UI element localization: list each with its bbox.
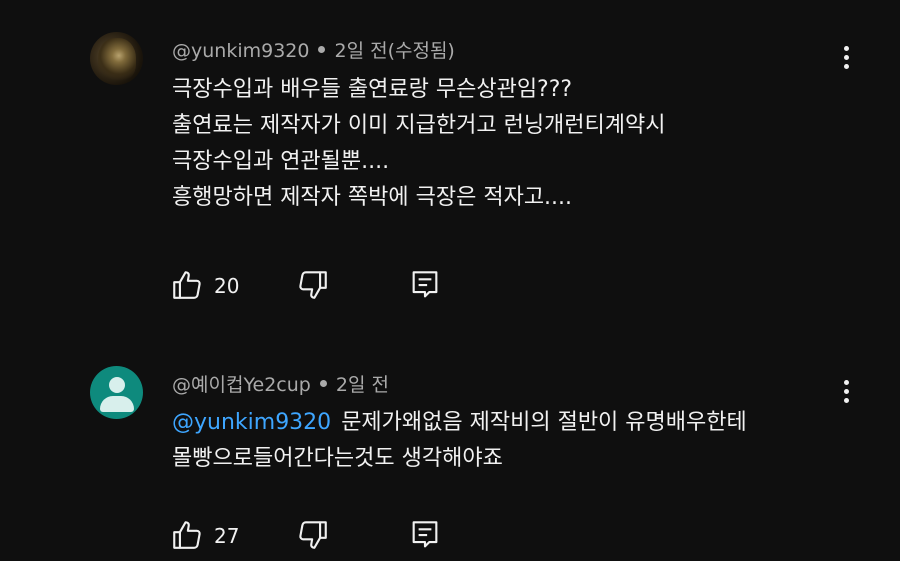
mention-link[interactable]: @yunkim9320 bbox=[172, 410, 331, 435]
like-button[interactable] bbox=[170, 268, 204, 306]
comment-line: 문제가왜없음 제작비의 절반이 유명배우한테 bbox=[341, 410, 747, 435]
comment-timestamp[interactable]: 2일 전 bbox=[336, 374, 389, 396]
dislike-button[interactable] bbox=[296, 518, 330, 556]
more-vertical-icon[interactable] bbox=[838, 43, 856, 73]
avatar[interactable] bbox=[90, 366, 143, 419]
thumbs-up-icon bbox=[173, 521, 201, 549]
author-name[interactable]: @예이컵Ye2cup bbox=[172, 374, 311, 396]
like-button[interactable] bbox=[170, 518, 204, 556]
comment-line-1: @yunkim9320 문제가왜없음 제작비의 절반이 유명배우한테 bbox=[172, 405, 747, 441]
reply-button[interactable] bbox=[408, 268, 442, 306]
comment-line: 몰빵으로들어간다는것도 생각해야죠 bbox=[172, 446, 503, 471]
more-vertical-icon[interactable] bbox=[838, 377, 856, 407]
reply-icon bbox=[412, 521, 438, 548]
separator-dot bbox=[318, 46, 326, 53]
like-count: 20 bbox=[214, 274, 240, 298]
separator-dot bbox=[319, 380, 327, 387]
comment-line: 출연료는 제작자가 이미 지급한거고 런닝개런티계약시 bbox=[172, 113, 666, 138]
like-count: 27 bbox=[214, 524, 240, 548]
reply-button[interactable] bbox=[408, 518, 442, 556]
dislike-button[interactable] bbox=[296, 268, 330, 306]
comment-timestamp[interactable]: 2일 전(수정됨) bbox=[334, 40, 454, 62]
thumbs-down-icon bbox=[299, 521, 327, 549]
comment-meta: @yunkim9320 2일 전(수정됨) bbox=[172, 36, 455, 63]
comment-body: @yunkim9320 문제가왜없음 제작비의 절반이 유명배우한테 몰빵으로들어… bbox=[172, 405, 747, 477]
comment-line: 극장수입과 연관될뿐.... bbox=[172, 149, 390, 174]
reply-icon bbox=[412, 271, 438, 298]
comment-body: 극장수입과 배우들 출연료랑 무슨상관임??? 출연료는 제작자가 이미 지급한… bbox=[172, 72, 666, 216]
thumbs-up-icon bbox=[173, 271, 201, 299]
comment-line: 흥행망하면 제작자 쪽박에 극장은 적자고.... bbox=[172, 185, 573, 210]
avatar[interactable] bbox=[90, 32, 143, 85]
author-name[interactable]: @yunkim9320 bbox=[172, 40, 309, 62]
comment-line: 극장수입과 배우들 출연료랑 무슨상관임??? bbox=[172, 77, 573, 102]
thumbs-down-icon bbox=[299, 271, 327, 299]
comment-meta: @예이컵Ye2cup 2일 전 bbox=[172, 370, 389, 397]
